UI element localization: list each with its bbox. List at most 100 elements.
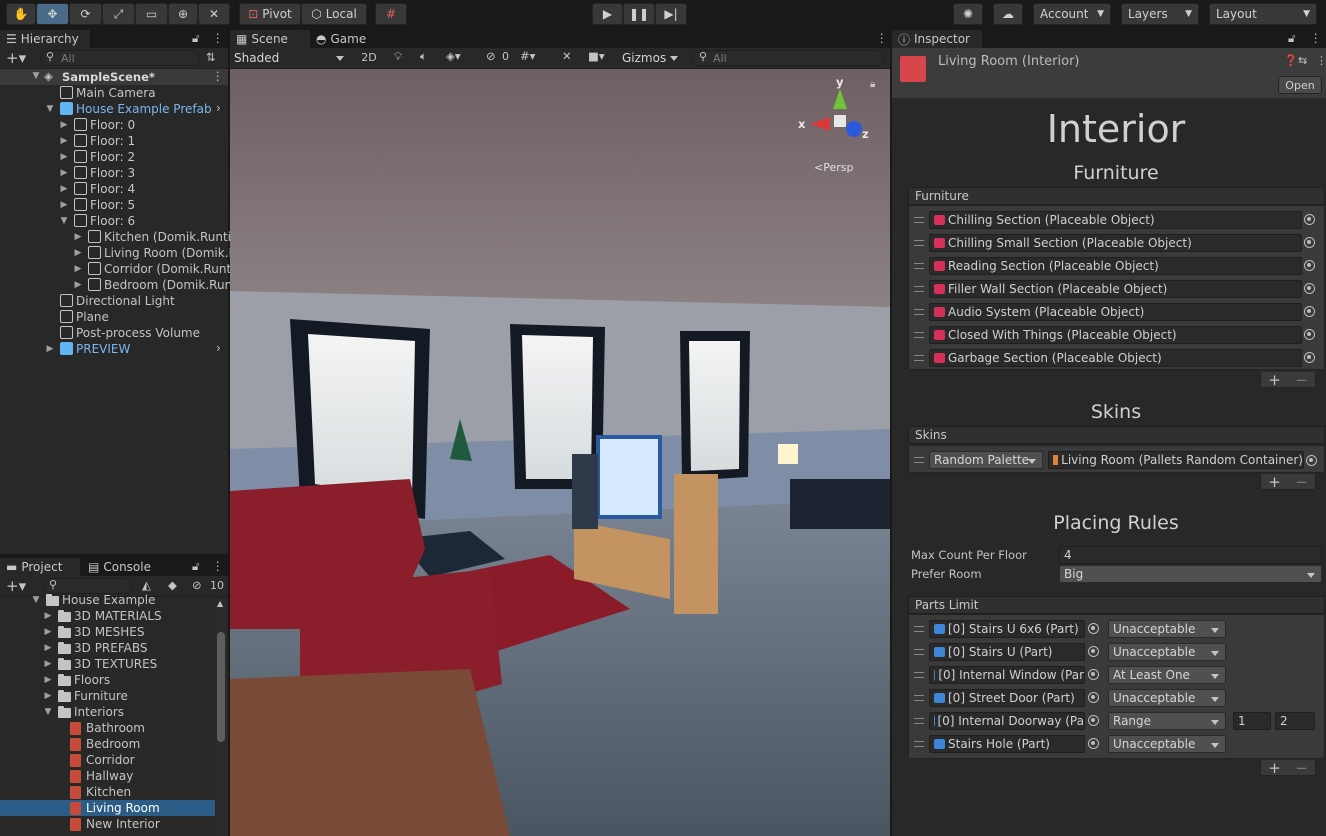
transform-tool-button[interactable]: ⊕ <box>168 3 198 25</box>
part-object-field[interactable]: [0] Internal Window (Par <box>929 666 1085 684</box>
collapse-arrow-icon[interactable]: ▶ <box>72 248 84 258</box>
max-count-field[interactable]: 4 <box>1059 546 1322 564</box>
expand-arrow-icon[interactable]: ▼ <box>30 595 42 605</box>
drag-handle-icon[interactable] <box>914 695 924 701</box>
collapse-arrow-icon[interactable]: ▶ <box>72 264 84 274</box>
range-max-field[interactable]: 2 <box>1275 712 1315 730</box>
hierarchy-item[interactable]: ▶ Floor: 5 <box>0 197 228 213</box>
furniture-object-field[interactable]: Garbage Section (Placeable Object) <box>929 349 1302 367</box>
skin-object-field[interactable]: Living Room (Pallets Random Container) <box>1048 451 1304 469</box>
project-item[interactable]: Bedroom <box>0 736 215 752</box>
gizmos-dropdown[interactable]: Gizmos <box>618 49 684 67</box>
rotate-tool-button[interactable]: ⟳ <box>69 3 102 25</box>
object-picker-icon[interactable] <box>1088 738 1099 749</box>
hierarchy-item[interactable]: Plane <box>0 309 228 325</box>
remove-item-button[interactable]: − <box>1295 473 1308 491</box>
hierarchy-item[interactable]: ▶ Bedroom (Domik.Run <box>0 277 232 293</box>
drag-handle-icon[interactable] <box>914 332 924 338</box>
tab-game[interactable]: ◓ Game <box>310 30 382 48</box>
furniture-object-field[interactable]: Chilling Small Section (Placeable Object… <box>929 234 1302 252</box>
project-item[interactable]: ▶ 3D MESHES <box>0 624 215 640</box>
shading-dropdown[interactable]: Shaded <box>230 49 350 67</box>
tab-scene[interactable]: ▦ Scene <box>230 30 310 48</box>
chevron-right-icon[interactable]: › <box>216 101 221 115</box>
help-icon[interactable]: ❓ <box>1284 54 1298 67</box>
more-icon[interactable]: ⋮ <box>1310 31 1322 45</box>
part-rule-dropdown[interactable]: Unacceptable <box>1108 689 1226 707</box>
range-min-field[interactable]: 1 <box>1233 712 1271 730</box>
object-picker-icon[interactable] <box>1306 455 1317 466</box>
expand-arrow-icon[interactable]: ▼ <box>44 104 56 114</box>
hierarchy-item[interactable]: ▶ Floor: 0 <box>0 117 228 133</box>
furniture-list-header[interactable]: Furniture <box>908 187 1325 205</box>
rect-tool-button[interactable]: ▭ <box>135 3 168 25</box>
object-picker-icon[interactable] <box>1304 352 1315 363</box>
hierarchy-item[interactable]: ▶ Floor: 4 <box>0 181 228 197</box>
object-picker-icon[interactable] <box>1088 623 1099 634</box>
collapse-arrow-icon[interactable]: ▶ <box>42 611 54 621</box>
custom-tool-button[interactable]: ✕ <box>198 3 230 25</box>
grid-snap-button[interactable]: # <box>375 3 407 25</box>
tools-icon[interactable]: ✕ <box>562 49 572 63</box>
project-item[interactable]: ▼ House Example <box>0 592 215 608</box>
expand-arrow-icon[interactable]: ▼ <box>42 707 54 717</box>
furniture-object-field[interactable]: Filler Wall Section (Placeable Object) <box>929 280 1302 298</box>
hand-tool-button[interactable]: ✋ <box>6 3 36 25</box>
scene-search-input[interactable]: All <box>692 50 884 66</box>
lock-icon[interactable]: 🔓︎ <box>1288 31 1295 46</box>
object-picker-icon[interactable] <box>1304 306 1315 317</box>
projection-label[interactable]: <Persp <box>814 161 853 174</box>
object-picker-icon[interactable] <box>1088 715 1099 726</box>
expand-arrow-icon[interactable]: ▼ <box>30 71 42 81</box>
part-object-field[interactable]: [0] Stairs U 6x6 (Part) <box>929 620 1085 638</box>
pivot-toggle[interactable]: ⊡ Pivot <box>239 3 301 25</box>
project-item[interactable]: Living Room <box>0 800 215 816</box>
add-item-button[interactable]: + <box>1268 759 1281 777</box>
add-item-button[interactable]: + <box>1268 473 1281 491</box>
hierarchy-item[interactable]: ▶ Kitchen (Domik.Runtir <box>0 229 236 245</box>
more-icon[interactable]: ⋮ <box>212 31 224 45</box>
part-rule-dropdown[interactable]: Unacceptable <box>1108 643 1226 661</box>
hierarchy-item[interactable]: ▶ Living Room (Domik.R <box>0 245 237 261</box>
collapse-arrow-icon[interactable]: ▶ <box>58 152 70 162</box>
camera-icon[interactable]: ■▾ <box>588 49 605 63</box>
collapse-arrow-icon[interactable]: ▶ <box>44 344 56 354</box>
part-object-field[interactable]: [0] Street Door (Part) <box>929 689 1085 707</box>
part-rule-dropdown[interactable]: Range <box>1108 712 1226 730</box>
drag-handle-icon[interactable] <box>914 649 924 655</box>
axis-center-cube[interactable] <box>834 115 846 127</box>
more-icon[interactable]: ⋮ <box>1316 54 1326 67</box>
layout-dropdown[interactable]: Layout ▼ <box>1209 3 1317 25</box>
furniture-object-field[interactable]: Closed With Things (Placeable Object) <box>929 326 1302 344</box>
remove-item-button[interactable]: − <box>1295 371 1308 389</box>
tab-hierarchy[interactable]: ☰ Hierarchy <box>0 30 90 48</box>
hidden-eye-icon[interactable]: ⊘ <box>192 578 202 592</box>
account-dropdown[interactable]: Account ▼ <box>1033 3 1111 25</box>
tab-project[interactable]: ▬ Project <box>0 558 80 576</box>
drag-handle-icon[interactable] <box>914 672 924 678</box>
drag-handle-icon[interactable] <box>914 718 924 724</box>
furniture-object-field[interactable]: Reading Section (Placeable Object) <box>929 257 1302 275</box>
sort-icon[interactable]: ⇅ <box>206 50 216 64</box>
part-object-field[interactable]: Stairs Hole (Part) <box>929 735 1085 753</box>
move-tool-button[interactable]: ✥ <box>36 3 69 25</box>
part-rule-dropdown[interactable]: Unacceptable <box>1108 620 1226 638</box>
scroll-up-icon[interactable]: ▲ <box>217 599 223 608</box>
hierarchy-item[interactable]: ▼ Floor: 6 <box>0 213 228 229</box>
play-button[interactable]: ▶ <box>592 3 623 25</box>
lock-icon[interactable]: 🔓︎ <box>192 559 199 574</box>
collapse-arrow-icon[interactable]: ▶ <box>42 659 54 669</box>
axis-z-cone[interactable] <box>846 121 862 137</box>
gizmo-lock-icon[interactable]: 🔒︎ <box>870 79 875 90</box>
collapse-arrow-icon[interactable]: ▶ <box>42 691 54 701</box>
skins-list-header[interactable]: Skins <box>908 426 1325 444</box>
project-item[interactable]: ▼ Interiors <box>0 704 215 720</box>
collapse-arrow-icon[interactable]: ▶ <box>42 675 54 685</box>
drag-handle-icon[interactable] <box>914 457 924 463</box>
project-item[interactable]: ▶ 3D PREFABS <box>0 640 215 656</box>
drag-handle-icon[interactable] <box>914 286 924 292</box>
remove-item-button[interactable]: − <box>1295 759 1308 777</box>
project-item[interactable]: ▶ 3D MATERIALS <box>0 608 215 624</box>
skin-mode-dropdown[interactable]: Random Palette <box>929 451 1043 469</box>
object-picker-icon[interactable] <box>1304 283 1315 294</box>
